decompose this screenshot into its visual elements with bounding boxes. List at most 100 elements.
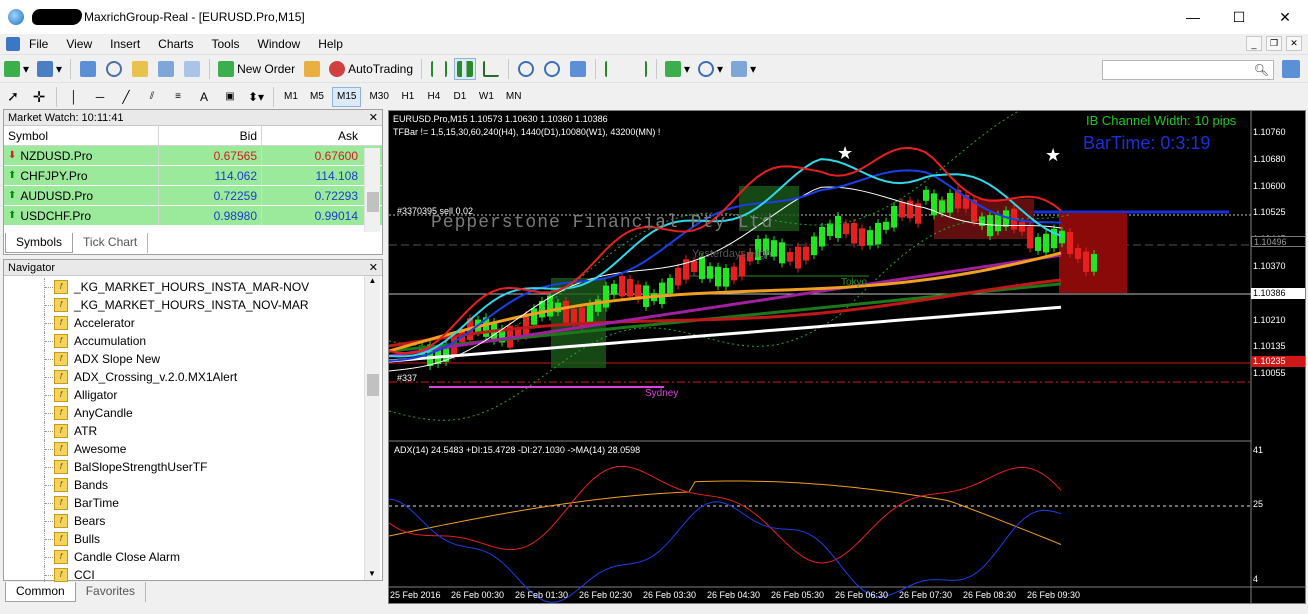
navigator-item[interactable]: f BalSlopeStrengthUserTF [4, 458, 382, 476]
bar-chart-button[interactable] [428, 58, 450, 80]
chart-shift-button[interactable] [628, 58, 650, 80]
tab-favorites[interactable]: Favorites [76, 582, 147, 602]
auto-scroll-button[interactable] [602, 58, 624, 80]
menu-window[interactable]: Window [249, 34, 310, 54]
templates-button[interactable]: ▾ [729, 58, 758, 80]
search-input[interactable]: 🔍︎ [1102, 60, 1274, 80]
chart-window[interactable]: ★ ★ EURUSD.Pro,M15 1.10573 1.10630 1.1036… [388, 110, 1306, 604]
menu-insert[interactable]: Insert [101, 34, 149, 54]
price-axis-label: 1.10135 [1253, 341, 1286, 352]
navigator-title-text: Navigator [8, 262, 56, 274]
search-icon[interactable]: 🔍︎ [1254, 63, 1269, 77]
scroll-up-icon[interactable]: ▲ [365, 276, 380, 285]
tab-common[interactable]: Common [5, 582, 76, 602]
line-chart-icon [483, 60, 500, 77]
text-label-button[interactable]: ▣ [219, 86, 241, 108]
minimize-button[interactable]: — [1170, 0, 1216, 34]
timeframe-h1[interactable]: H1 [397, 87, 419, 107]
navigator-toggle[interactable] [129, 58, 151, 80]
equidistant-channel-button[interactable]: ⫽ [141, 86, 163, 108]
navigator-item[interactable]: f ADX_Crossing_v.2.0.MX1Alert [4, 368, 382, 386]
timeframe-m5[interactable]: M5 [306, 87, 328, 107]
trendline-button[interactable]: ╱ [115, 86, 137, 108]
timeframe-m1[interactable]: M1 [280, 87, 302, 107]
navigator-item[interactable]: f Bands [4, 476, 382, 494]
community-icon[interactable] [1282, 60, 1300, 78]
navigator-scroll-thumb[interactable] [367, 374, 379, 396]
zoom-out-button[interactable] [541, 58, 563, 80]
menu-view[interactable]: View [57, 34, 101, 54]
terminal-toggle[interactable] [155, 58, 177, 80]
timeframe-w1[interactable]: W1 [475, 87, 498, 107]
navigator-item[interactable]: f ATR [4, 422, 382, 440]
market-watch-close-icon[interactable]: ✕ [369, 110, 378, 126]
tab-tick-chart[interactable]: Tick Chart [73, 233, 149, 253]
navigator-item[interactable]: f Accumulation [4, 332, 382, 350]
navigator-item[interactable]: f Candle Close Alarm [4, 548, 382, 566]
navigator-item[interactable]: f _KG_MARKET_HOURS_INSTA_NOV-MAR [4, 296, 382, 314]
navigator-close-icon[interactable]: ✕ [369, 260, 378, 276]
column-bid[interactable]: Bid [159, 126, 262, 145]
timeframe-d1[interactable]: D1 [449, 87, 471, 107]
indicators-button[interactable]: ▾ [663, 58, 692, 80]
arrows-button[interactable]: ⬍▾ [245, 86, 267, 108]
column-symbol[interactable]: Symbol [4, 126, 159, 145]
crosshair-button[interactable]: ✛ [28, 86, 50, 108]
new-chart-button[interactable]: ▾ [2, 58, 31, 80]
maximize-button[interactable]: ☐ [1216, 0, 1262, 34]
strategy-tester-toggle[interactable] [181, 58, 203, 80]
close-button[interactable]: ✕ [1262, 0, 1308, 34]
price-chart[interactable]: ★ ★ [389, 111, 1306, 604]
navigator-item[interactable]: f ADX Slope New [4, 350, 382, 368]
navigator-item[interactable]: f Alligator [4, 386, 382, 404]
tester-icon [184, 60, 201, 77]
market-watch-row[interactable]: ⬇ NZDUSD.Pro 0.67565 0.67600 [4, 146, 382, 166]
navigator-item[interactable]: f Awesome [4, 440, 382, 458]
market-watch-scroll-thumb[interactable] [367, 192, 379, 212]
menu-help[interactable]: Help [309, 34, 352, 54]
navigator-item[interactable]: f Bulls [4, 530, 382, 548]
navigator-scrollbar[interactable]: ▲ ▼ [364, 276, 380, 580]
profiles-button[interactable]: ▾ [35, 58, 64, 80]
market-watch-row[interactable]: ⬆ USDCHF.Pro 0.98980 0.99014 [4, 206, 382, 226]
menu-file[interactable]: File [20, 34, 57, 54]
fibonacci-button[interactable]: ≡ [167, 86, 189, 108]
data-window-toggle[interactable] [103, 58, 125, 80]
navigator-item[interactable]: f _KG_MARKET_HOURS_INSTA_MAR-NOV [4, 278, 382, 296]
zoom-in-button[interactable] [515, 58, 537, 80]
horizontal-line-button[interactable]: ─ [89, 86, 111, 108]
autotrading-button[interactable]: AutoTrading [327, 58, 415, 80]
timeframe-m30[interactable]: M30 [365, 87, 392, 107]
chart-window-icon [6, 37, 20, 51]
column-ask[interactable]: Ask [262, 126, 362, 145]
periods-button[interactable]: ▾ [696, 58, 725, 80]
navigator-item[interactable]: f BarTime [4, 494, 382, 512]
adx-axis-label: 4 [1253, 574, 1259, 584]
mdi-restore-button[interactable]: ❐ [1266, 36, 1282, 51]
market-watch-toggle[interactable] [77, 58, 99, 80]
mdi-close-button[interactable]: ✕ [1286, 36, 1302, 51]
chart-shift-icon [631, 60, 648, 77]
menu-tools[interactable]: Tools [203, 34, 249, 54]
mdi-minimize-button[interactable]: _ [1246, 36, 1262, 51]
navigator-item[interactable]: f AnyCandle [4, 404, 382, 422]
vertical-line-button[interactable]: │ [63, 86, 85, 108]
timeframe-mn[interactable]: MN [502, 87, 526, 107]
market-watch-scrollbar[interactable] [364, 148, 380, 232]
new-order-button[interactable]: New Order [216, 58, 297, 80]
menu-charts[interactable]: Charts [149, 34, 202, 54]
tab-symbols[interactable]: Symbols [5, 233, 74, 253]
tile-windows-button[interactable] [567, 58, 589, 80]
timeframe-m15[interactable]: M15 [332, 86, 362, 107]
metaeditor-button[interactable] [301, 58, 323, 80]
market-watch-row[interactable]: ⬆ CHFJPY.Pro 114.062 114.108 [4, 166, 382, 186]
navigator-item[interactable]: f Bears [4, 512, 382, 530]
candlestick-button[interactable] [454, 57, 477, 80]
cursor-button[interactable]: ➚ [2, 86, 24, 108]
navigator-item[interactable]: f Accelerator [4, 314, 382, 332]
line-chart-button[interactable] [480, 58, 502, 80]
scroll-down-icon[interactable]: ▼ [365, 569, 379, 578]
text-button[interactable]: A [193, 86, 215, 108]
timeframe-h4[interactable]: H4 [423, 87, 445, 107]
market-watch-row[interactable]: ⬆ AUDUSD.Pro 0.72259 0.72293 [4, 186, 382, 206]
